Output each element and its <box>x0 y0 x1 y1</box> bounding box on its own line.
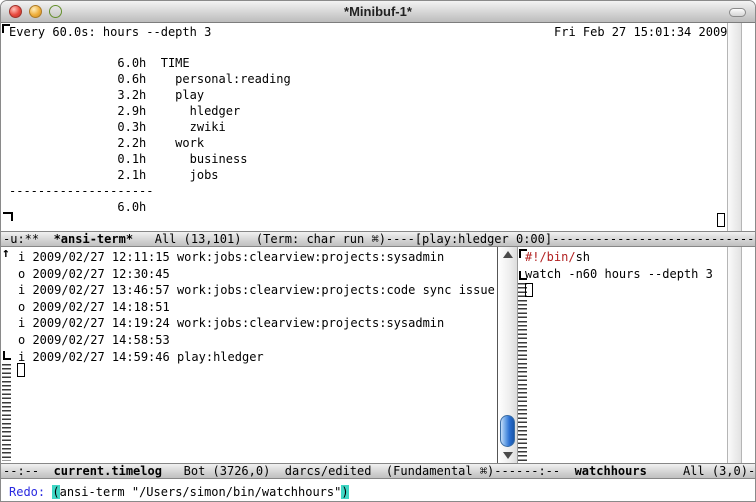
shebang-comment: #!/bin/ <box>525 250 576 264</box>
term-pane[interactable]: Every 60.0s: hours --depth 3 Fri Feb 27 … <box>1 23 727 231</box>
scroll-down-arrow-icon[interactable] <box>503 452 513 459</box>
modeline-info: All (13,101) (Term: char run ⌘)----[play… <box>133 232 756 246</box>
script-pane[interactable]: #!/bin/sh watch -n60 hours --depth 3 <box>518 247 727 463</box>
modeline-buffer-name[interactable]: current.timelog <box>54 464 162 478</box>
fringe-bottom-corner-icon <box>3 212 13 221</box>
scroll-up-arrow-icon[interactable] <box>503 251 513 258</box>
toolbar-toggle-button[interactable] <box>729 8 746 17</box>
modeline-prefix: --:-- <box>3 464 54 478</box>
timelog-lines[interactable]: i 2009/02/27 12:11:15 work:jobs:clearvie… <box>18 249 495 365</box>
script-scrollbar[interactable] <box>727 247 742 463</box>
emacs-window: *Minibuf-1* Every 60.0s: hours --depth 3… <box>0 0 756 502</box>
minibuffer-prompt: Redo: <box>9 485 52 499</box>
empty-line-marks <box>2 364 11 461</box>
paren-match-close: ) <box>341 485 348 499</box>
modeline-timelog[interactable]: --:-- current.timelog Bot (3726,0) darcs… <box>1 463 522 479</box>
timelog-scrollbar[interactable] <box>497 247 518 463</box>
timelog-pane[interactable]: ↑ i 2009/02/27 12:11:15 work:jobs:clearv… <box>1 247 497 463</box>
titlebar[interactable]: *Minibuf-1* <box>1 1 755 23</box>
term-scrollbar[interactable] <box>727 23 742 231</box>
hours-report[interactable]: 6.0h TIME 0.6h personal:reading 3.2h pla… <box>9 55 291 215</box>
shebang-cmd: sh <box>576 250 590 264</box>
minibuffer-command: ansi-term "/Users/simon/bin/watchhours" <box>60 485 342 499</box>
watch-header-left: Every 60.0s: hours --depth 3 <box>9 25 211 39</box>
modeline-info: Bot (3726,0) darcs/edited (Fundamental ⌘… <box>162 464 522 478</box>
paren-match-open: ( <box>52 485 59 499</box>
modeline-ansi-term[interactable]: -u:** *ansi-term* All (13,101) (Term: ch… <box>1 231 756 247</box>
script-cursor <box>525 283 533 297</box>
scrollbar-thumb[interactable] <box>500 415 515 447</box>
script-line-2[interactable]: watch -n60 hours --depth 3 <box>525 266 713 283</box>
fringe-eob-corner-icon <box>3 351 11 360</box>
minibuffer[interactable]: Redo: (ansi-term "/Users/simon/bin/watch… <box>1 481 755 502</box>
modeline-watchhours[interactable]: --:-- watchhours All (3,0)-- <box>522 463 756 479</box>
modeline-prefix: -u:** <box>3 232 54 246</box>
window-title: *Minibuf-1* <box>1 4 755 19</box>
modeline-buffer-name[interactable]: watchhours <box>575 464 647 478</box>
term-cursor <box>717 213 725 227</box>
modeline-info: All (3,0)-- <box>647 464 756 478</box>
fringe-up-arrow-icon: ↑ <box>2 248 10 260</box>
modeline-buffer-name[interactable]: *ansi-term* <box>54 232 133 246</box>
script-line-1[interactable]: #!/bin/sh <box>525 249 590 266</box>
empty-line-marks <box>518 283 527 461</box>
watch-header-right: Fri Feb 27 15:01:34 2009 <box>554 25 727 39</box>
modeline-prefix: --:-- <box>524 464 575 478</box>
timelog-cursor <box>17 363 25 377</box>
